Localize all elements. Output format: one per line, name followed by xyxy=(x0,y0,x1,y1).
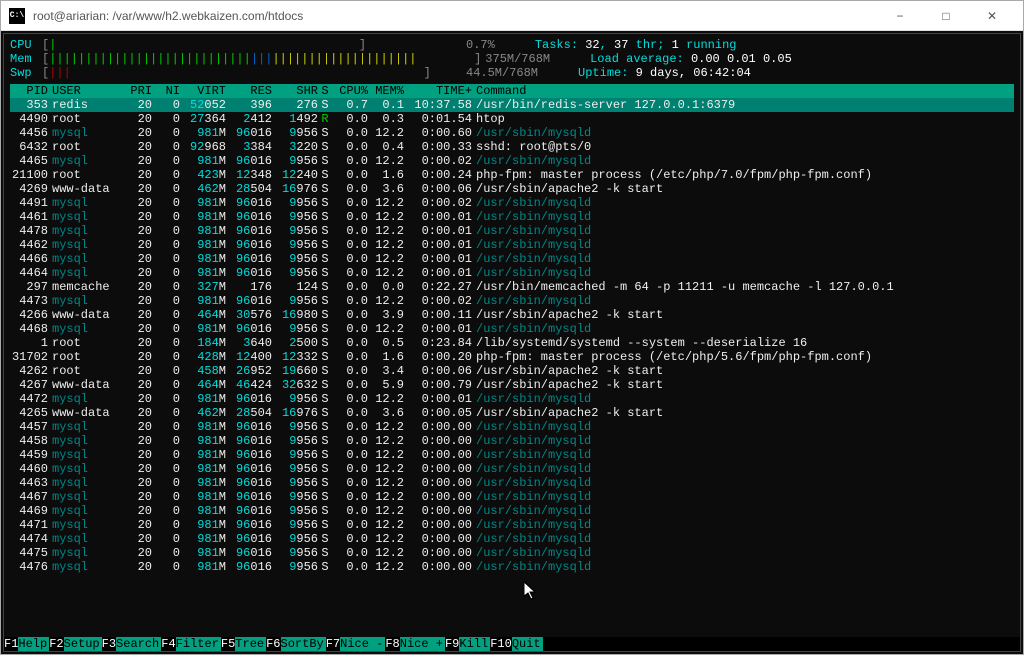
fnkey-f9[interactable]: F9 xyxy=(445,637,459,651)
process-row[interactable]: 4473mysql200981M960169956S0.012.20:00.02… xyxy=(10,294,1014,308)
hdr-pid[interactable]: PID xyxy=(10,84,48,98)
terminal-body[interactable]: CPU [|..................................… xyxy=(1,31,1023,654)
fnkey-label[interactable]: Search xyxy=(116,637,161,651)
mem-value: 375M/768M xyxy=(485,52,550,66)
fnkey-f7[interactable]: F7 xyxy=(326,637,340,651)
process-row[interactable]: 4476mysql200981M960169956S0.012.20:00.00… xyxy=(10,560,1014,574)
load-label: Load average: xyxy=(590,52,684,66)
process-row[interactable]: 4463mysql200981M960169956S0.012.20:00.00… xyxy=(10,476,1014,490)
cpu-label: CPU xyxy=(10,38,42,52)
process-row[interactable]: 6432root2009296833843220S0.00.40:00.33ss… xyxy=(10,140,1014,154)
terminal-window: C:\ root@ariarian: /var/www/h2.webkaizen… xyxy=(0,0,1024,655)
process-row[interactable]: 31702root200428M1240012332S0.01.60:00.20… xyxy=(10,350,1014,364)
fnkey-f10[interactable]: F10 xyxy=(490,637,512,651)
uptime-value: 9 days, 06:42:04 xyxy=(636,66,751,80)
process-row[interactable]: 4491mysql200981M960169956S0.012.20:00.02… xyxy=(10,196,1014,210)
process-row[interactable]: 4266www-data200464M3057616980S0.03.90:00… xyxy=(10,308,1014,322)
process-row[interactable]: 4471mysql200981M960169956S0.012.20:00.00… xyxy=(10,518,1014,532)
fnkey-f8[interactable]: F8 xyxy=(385,637,399,651)
process-row[interactable]: 353redis20052052396276S0.70.110:37.58/us… xyxy=(10,98,1014,112)
hdr-res[interactable]: RES xyxy=(226,84,272,98)
fnkey-label[interactable]: Help xyxy=(18,637,49,651)
process-row[interactable]: 4478mysql200981M960169956S0.012.20:00.01… xyxy=(10,224,1014,238)
process-row[interactable]: 4462mysql200981M960169956S0.012.20:00.01… xyxy=(10,238,1014,252)
process-row[interactable]: 4267www-data200464M4642432632S0.05.90:00… xyxy=(10,378,1014,392)
maximize-button[interactable]: □ xyxy=(923,1,969,31)
tasks-a: 32 xyxy=(585,38,599,52)
process-row[interactable]: 4456mysql200981M960169956S0.012.20:00.60… xyxy=(10,126,1014,140)
process-row[interactable]: 4465mysql200981M960169956S0.012.20:00.02… xyxy=(10,154,1014,168)
process-row[interactable]: 4265www-data200462M2850416976S0.03.60:00… xyxy=(10,406,1014,420)
close-button[interactable]: ✕ xyxy=(969,1,1015,31)
fnkey-f5[interactable]: F5 xyxy=(221,637,235,651)
process-row[interactable]: 21100root200423M1234812240S0.01.60:00.24… xyxy=(10,168,1014,182)
process-row[interactable]: 4468mysql200981M960169956S0.012.20:00.01… xyxy=(10,322,1014,336)
process-row[interactable]: 4262root200458M2695219660S0.03.40:00.06/… xyxy=(10,364,1014,378)
process-row[interactable]: 4457mysql200981M960169956S0.012.20:00.00… xyxy=(10,420,1014,434)
process-row[interactable]: 4458mysql200981M960169956S0.012.20:00.00… xyxy=(10,434,1014,448)
hdr-time[interactable]: TIME+ xyxy=(404,84,472,98)
fnkey-f1[interactable]: F1 xyxy=(4,637,18,651)
uptime-label: Uptime: xyxy=(578,66,628,80)
hdr-mem[interactable]: MEM% xyxy=(368,84,404,98)
process-row[interactable]: 4469mysql200981M960169956S0.012.20:00.00… xyxy=(10,504,1014,518)
process-row[interactable]: 4269www-data200462M2850416976S0.03.60:00… xyxy=(10,182,1014,196)
titlebar[interactable]: C:\ root@ariarian: /var/www/h2.webkaizen… xyxy=(1,1,1023,31)
process-row[interactable]: 4459mysql200981M960169956S0.012.20:00.00… xyxy=(10,448,1014,462)
hdr-user[interactable]: USER xyxy=(48,84,122,98)
mem-label: Mem xyxy=(10,52,42,66)
hdr-s[interactable]: S xyxy=(318,84,332,98)
function-keys: F1HelpF2SetupF3SearchF4FilterF5TreeF6Sor… xyxy=(4,637,1020,651)
process-row[interactable]: 1root200184M36402500S0.00.50:23.84/lib/s… xyxy=(10,336,1014,350)
hdr-pri[interactable]: PRI xyxy=(122,84,152,98)
swp-label: Swp xyxy=(10,66,42,80)
fnkey-label[interactable]: SortBy xyxy=(281,637,326,651)
process-row[interactable]: 4464mysql200981M960169956S0.012.20:00.01… xyxy=(10,266,1014,280)
swp-value: 44.5M/768M xyxy=(466,66,538,80)
cpu-bar: [|......................................… xyxy=(42,38,462,52)
fnkey-label[interactable]: Nice - xyxy=(340,637,385,651)
tasks-c: 1 xyxy=(672,38,679,52)
fnkey-label[interactable]: Kill xyxy=(459,637,490,651)
mouse-cursor-icon xyxy=(524,582,540,606)
hdr-cmd[interactable]: Command xyxy=(472,84,1014,98)
process-row[interactable]: 4475mysql200981M960169956S0.012.20:00.00… xyxy=(10,546,1014,560)
fnkey-label[interactable]: Filter xyxy=(176,637,221,651)
fnkey-label[interactable]: Setup xyxy=(64,637,102,651)
process-row[interactable]: 4490root2002736424121492R0.00.30:01.54ht… xyxy=(10,112,1014,126)
fnkey-f6[interactable]: F6 xyxy=(266,637,280,651)
app-icon: C:\ xyxy=(9,8,25,24)
hdr-virt[interactable]: VIRT xyxy=(180,84,226,98)
minimize-button[interactable]: − xyxy=(877,1,923,31)
process-row[interactable]: 4460mysql200981M960169956S0.012.20:00.00… xyxy=(10,462,1014,476)
process-row[interactable]: 4472mysql200981M960169956S0.012.20:00.01… xyxy=(10,392,1014,406)
process-row[interactable]: 4467mysql200981M960169956S0.012.20:00.00… xyxy=(10,490,1014,504)
hdr-shr[interactable]: SHR xyxy=(272,84,318,98)
hdr-cpu[interactable]: CPU% xyxy=(332,84,368,98)
fnkey-label[interactable]: Nice + xyxy=(400,637,445,651)
process-row[interactable]: 4461mysql200981M960169956S0.012.20:00.01… xyxy=(10,210,1014,224)
process-list[interactable]: 353redis20052052396276S0.70.110:37.58/us… xyxy=(10,98,1014,574)
meters-section: CPU [|..................................… xyxy=(10,38,1014,80)
cpu-value: 0.7% xyxy=(466,38,495,52)
fnkey-f2[interactable]: F2 xyxy=(49,637,63,651)
process-header[interactable]: PID USER PRI NI VIRT RES SHR S CPU% MEM%… xyxy=(10,84,1014,98)
swp-bar: [|||....................................… xyxy=(42,66,462,80)
fnkey-f4[interactable]: F4 xyxy=(161,637,175,651)
window-title: root@ariarian: /var/www/h2.webkaizen.com… xyxy=(33,9,877,23)
fnkey-label[interactable]: Quit xyxy=(512,637,543,651)
fnkey-label[interactable]: Tree xyxy=(235,637,266,651)
process-row[interactable]: 4474mysql200981M960169956S0.012.20:00.00… xyxy=(10,532,1014,546)
tasks-label: Tasks: xyxy=(535,38,578,52)
hdr-ni[interactable]: NI xyxy=(152,84,180,98)
mem-bar: [|||||||||||||||||||||||||||||||||||||||… xyxy=(42,52,481,66)
fnkey-f3[interactable]: F3 xyxy=(102,637,116,651)
process-row[interactable]: 4466mysql200981M960169956S0.012.20:00.01… xyxy=(10,252,1014,266)
process-row[interactable]: 297memcache200327M176124S0.00.00:22.27/u… xyxy=(10,280,1014,294)
tasks-b: 37 xyxy=(614,38,628,52)
